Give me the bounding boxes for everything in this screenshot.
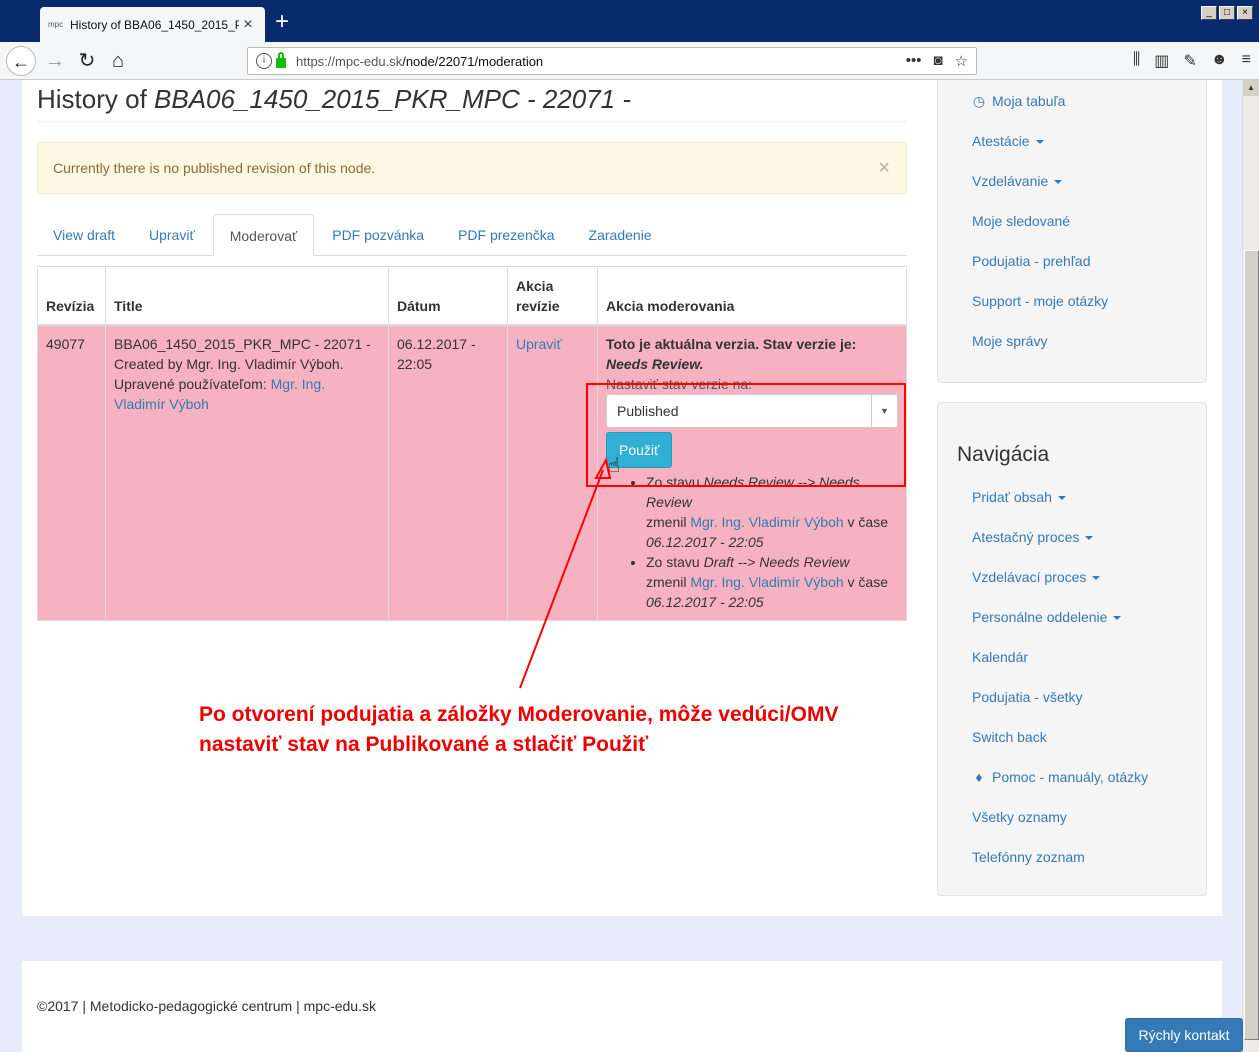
sidebar-item-atestacny-proces[interactable]: Atestačný proces xyxy=(972,529,1094,545)
user-menu-panel: ◷ Moja tabuľa Atestácie Vzdelávanie Moje … xyxy=(937,80,1207,383)
sidebar-item-personalne-oddelenie[interactable]: Personálne oddelenie xyxy=(972,609,1122,625)
sidebar-item-vsetky-oznamy[interactable]: Všetky oznamy xyxy=(972,809,1067,825)
sidebar-item-moje-sledovane[interactable]: Moje sledované xyxy=(972,213,1070,229)
sidebar-item-support[interactable]: Support - moje otázky xyxy=(972,293,1108,309)
dashboard-icon: ◷ xyxy=(972,93,986,109)
caret-down-icon xyxy=(1054,180,1063,185)
sidebar-item-telefonny-zoznam[interactable]: Telefónny zoznam xyxy=(972,849,1085,865)
sidebar-item-moje-spravy[interactable]: Moje správy xyxy=(972,333,1047,349)
footer-text: ©2017 | Metodicko-pedagogické centrum | … xyxy=(37,998,376,1014)
annotation-line-2: nastaviť stav na Publikované a stlačiť P… xyxy=(199,733,649,756)
sidebar-item-pomoc[interactable]: ♦ Pomoc - manuály, otázky xyxy=(972,769,1148,785)
caret-down-icon xyxy=(1035,140,1044,145)
caret-down-icon xyxy=(1113,616,1122,621)
sidebar-item-podujatia-vsetky[interactable]: Podujatia - všetky xyxy=(972,689,1083,705)
sidebar-item-switch-back[interactable]: Switch back xyxy=(972,729,1047,745)
sidebar-item-podujatia-prehlad[interactable]: Podujatia - prehľad xyxy=(972,253,1091,269)
arrow-head xyxy=(594,457,612,479)
annotation-line-1: Po otvorení podujatia a záložky Moderova… xyxy=(199,703,839,726)
caret-down-icon xyxy=(1085,536,1094,541)
sidebar-item-moja-tabula[interactable]: ◷ Moja tabuľa xyxy=(972,93,1065,110)
sidebar-item-vzdelavaci-proces[interactable]: Vzdelávací proces xyxy=(972,569,1101,585)
navigation-title: Navigácia xyxy=(957,443,1050,466)
lamp-icon: ♦ xyxy=(975,769,983,785)
caret-down-icon xyxy=(1057,496,1066,501)
sidebar-item-pridat-obsah[interactable]: Pridať obsah xyxy=(972,489,1066,505)
navigation-panel: Navigácia Pridať obsah Atestačný proces … xyxy=(937,402,1207,896)
sidebar-item-vzdelavanie[interactable]: Vzdelávanie xyxy=(972,173,1063,189)
annotation-text: Po otvorení podujatia a záložky Moderova… xyxy=(199,700,838,760)
caret-down-icon xyxy=(1092,576,1101,581)
quick-contact-button[interactable]: Rýchly kontakt xyxy=(1125,1018,1243,1052)
sidebar-item-kalendar[interactable]: Kalendár xyxy=(972,649,1028,665)
arrow-line xyxy=(519,469,604,689)
sidebar-item-atestacie[interactable]: Atestácie xyxy=(972,133,1044,149)
